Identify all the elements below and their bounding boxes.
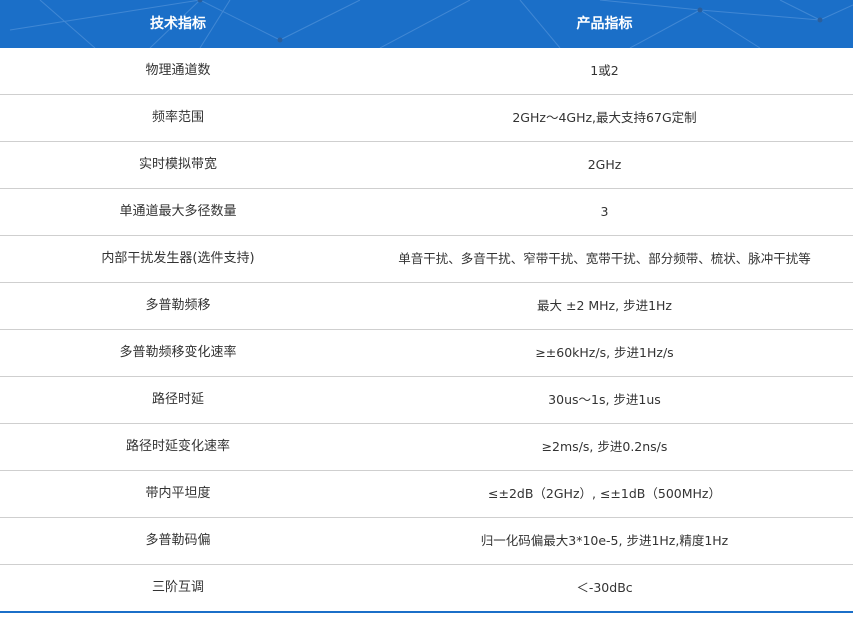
table-row: 三阶互调 ＜-30dBc [0,565,853,613]
row-label: 路径时延 [151,392,204,407]
header-col-spec: 技术指标 [150,16,206,32]
row-label: 单通道最大多径数量 [119,204,237,219]
table-row: 多普勒频移变化速率 ≥±60kHz/s, 步进1Hz/s [0,330,853,377]
row-label: 多普勒频移变化速率 [119,345,237,360]
table-row: 带内平坦度 ≤±2dB（2GHz）, ≤±1dB（500MHz） [0,471,853,518]
row-label: 路径时延变化速率 [125,439,230,454]
row-label: 带内平坦度 [145,486,211,501]
table-row: 路径时延 30us～1s, 步进1us [0,377,853,424]
table-row: 多普勒码偏 归一化码偏最大3*10e-5, 步进1Hz,精度1Hz [0,518,853,565]
table-row: 频率范围 2GHz～4GHz,最大支持67G定制 [0,95,853,142]
row-value: ≥2ms/s, 步进0.2ns/s [541,439,668,454]
table-row: 单通道最大多径数量 3 [0,189,853,236]
row-value: 单音干扰、多音干扰、窄带干扰、宽带干扰、部分频带、梳状、脉冲干扰等 [398,251,811,266]
row-value: ≤±2dB（2GHz）, ≤±1dB（500MHz） [488,486,721,501]
row-label: 物理通道数 [145,63,211,78]
row-value: ≥±60kHz/s, 步进1Hz/s [535,345,674,360]
row-label: 频率范围 [151,110,204,125]
row-label: 多普勒码偏 [145,533,211,548]
row-label: 内部干扰发生器(选件支持) [101,251,255,266]
row-value: 30us～1s, 步进1us [548,392,661,407]
spec-table: 技术指标 产品指标 物理通道数 1或2 频率范围 2GHz～4GHz,最大支持6… [0,0,853,613]
row-label: 三阶互调 [151,580,204,595]
row-value: ＜-30dBc [576,580,633,595]
table-row: 实时模拟带宽 2GHz [0,142,853,189]
row-label: 多普勒频移 [145,298,211,313]
row-label: 实时模拟带宽 [138,157,217,172]
table-row: 多普勒频移 最大 ±2 MHz, 步进1Hz [0,283,853,330]
table-row: 内部干扰发生器(选件支持) 单音干扰、多音干扰、窄带干扰、宽带干扰、部分频带、梳… [0,236,853,283]
row-value: 2GHz～4GHz,最大支持67G定制 [512,110,697,125]
row-value: 最大 ±2 MHz, 步进1Hz [537,298,672,313]
row-value: 归一化码偏最大3*10e-5, 步进1Hz,精度1Hz [480,533,729,548]
row-value: 3 [600,204,609,219]
table-row: 路径时延变化速率 ≥2ms/s, 步进0.2ns/s [0,424,853,471]
table-row: 物理通道数 1或2 [0,48,853,95]
table-header: 技术指标 产品指标 [0,0,853,48]
row-value: 2GHz [587,157,622,172]
row-value: 1或2 [590,63,619,78]
header-col-product: 产品指标 [576,16,633,32]
